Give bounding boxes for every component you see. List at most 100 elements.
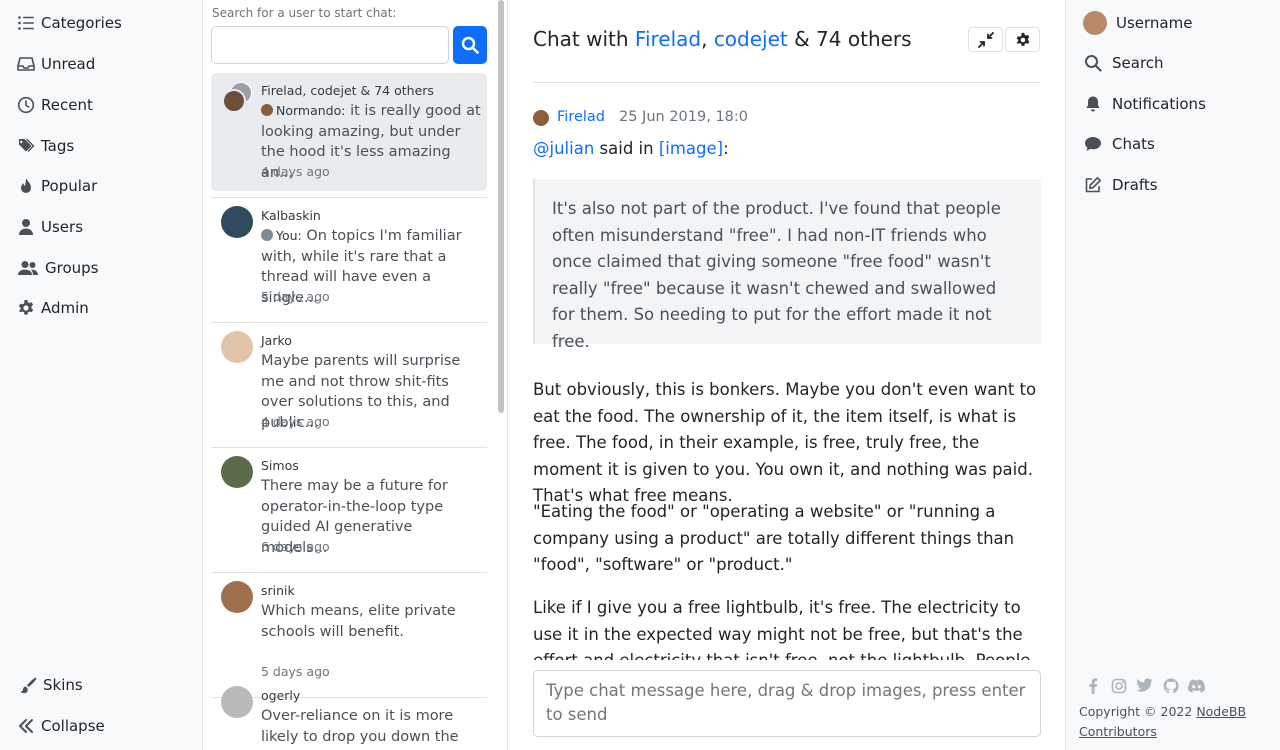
chat-participants: Jarko	[261, 333, 292, 348]
divider	[533, 82, 1041, 83]
copyright: Copyright © 2022 NodeBB Contributors	[1079, 702, 1269, 742]
search-icon	[461, 36, 479, 54]
message-author-link[interactable]: Firelad	[557, 109, 605, 125]
clock-icon	[17, 96, 35, 114]
search-icon	[1083, 53, 1103, 73]
username-label: Username	[1116, 14, 1193, 32]
chat-list-item[interactable]: srinik Which means, elite private school…	[211, 573, 487, 698]
nav-label: Notifications	[1112, 95, 1206, 113]
chat-list-item[interactable]: Jarko Maybe parents will surprise me and…	[211, 323, 487, 448]
gear-icon	[1016, 32, 1029, 46]
nav-popular[interactable]: Popular	[17, 174, 97, 198]
double-chevron-left-icon	[17, 717, 35, 735]
chat-preview-text: Over-reliance on it is more likely to dr…	[261, 708, 459, 750]
compress-icon	[977, 31, 994, 48]
chat-time: 4 days ago	[261, 414, 330, 429]
facebook-icon[interactable]	[1084, 677, 1101, 694]
nav-collapse[interactable]: Collapse	[17, 714, 105, 738]
left-sidebar: Categories Unread Recent Tags Popular Us…	[0, 0, 203, 750]
chat-settings-button[interactable]	[1005, 27, 1040, 52]
chat-participants: Firelad, codejet & 74 others	[261, 83, 434, 98]
nav-label: Users	[41, 218, 84, 236]
nav-chats[interactable]: Chats	[1083, 132, 1155, 156]
chat-time: 5 days ago	[261, 289, 330, 304]
avatar	[221, 456, 253, 488]
nav-label: Admin	[41, 299, 89, 317]
edit-icon	[1083, 175, 1103, 195]
fire-icon	[17, 177, 35, 195]
chat-title: Chat with Firelad, codejet & 74 others	[533, 27, 912, 51]
said-in-text: said in	[594, 139, 659, 158]
paintbrush-icon	[19, 676, 37, 694]
chat-preview: Which means, elite private schools will …	[261, 601, 483, 642]
chat-list-panel: Search for a user to start chat: Firelad…	[203, 0, 508, 750]
chat-window: Chat with Firelad, codejet & 74 others F…	[508, 0, 1065, 750]
chat-time: 5 days ago	[261, 664, 330, 679]
blockquote: It's also not part of the product. I've …	[533, 179, 1041, 351]
message-author-avatar[interactable]	[533, 110, 549, 126]
chat-user-link[interactable]: Firelad	[635, 27, 701, 51]
sender-avatar	[261, 229, 273, 241]
minimize-chat-button[interactable]	[968, 27, 1003, 52]
inbox-icon	[17, 55, 35, 73]
nav-drafts[interactable]: Drafts	[1083, 173, 1158, 197]
nav-label: Categories	[41, 14, 122, 32]
avatar	[1083, 11, 1107, 35]
nav-notifications[interactable]: Notifications	[1083, 92, 1206, 116]
instagram-icon[interactable]	[1110, 677, 1127, 694]
comment-icon	[1083, 134, 1103, 154]
chat-participants: ogerly	[261, 688, 301, 703]
gear-icon	[17, 299, 35, 317]
chat-list-item[interactable]: Firelad, codejet & 74 others Normando: i…	[211, 73, 487, 198]
nav-unread[interactable]: Unread	[17, 52, 95, 76]
search-label: Search for a user to start chat:	[212, 6, 397, 20]
nav-users[interactable]: Users	[17, 215, 83, 239]
chat-participants: Kalbaskin	[261, 208, 321, 223]
user-menu[interactable]: Username	[1083, 11, 1192, 35]
twitter-icon[interactable]	[1136, 677, 1153, 694]
chat-sender: You:	[276, 228, 302, 243]
chat-list-item[interactable]: Kalbaskin You: On topics I'm familiar wi…	[211, 198, 487, 323]
nav-label: Collapse	[41, 717, 105, 735]
users-icon	[17, 259, 39, 277]
chat-message-input[interactable]	[533, 670, 1041, 737]
avatar	[221, 331, 253, 363]
chat-participants: srinik	[261, 583, 295, 598]
nav-label: Groups	[45, 259, 99, 277]
github-icon[interactable]	[1162, 677, 1179, 694]
avatar	[221, 686, 253, 718]
message-paragraph: "Eating the food" or "operating a websit…	[533, 502, 1015, 574]
bell-icon	[1083, 94, 1103, 114]
social-links	[1084, 677, 1205, 694]
user-search-input[interactable]	[211, 26, 449, 64]
search-button[interactable]	[453, 26, 487, 64]
chat-list-item[interactable]: Simos There may be a future for operator…	[211, 448, 487, 573]
nav-recent[interactable]: Recent	[17, 93, 93, 117]
nav-label: Unread	[41, 55, 96, 73]
colon: :	[723, 139, 729, 158]
nav-categories[interactable]: Categories	[17, 11, 122, 35]
nav-label: Tags	[41, 137, 75, 155]
mention-link[interactable]: @julian	[533, 139, 594, 158]
discord-icon[interactable]	[1188, 677, 1205, 694]
avatar	[221, 206, 253, 238]
message-paragraph: But obviously, this is bonkers. Maybe yo…	[533, 380, 1037, 505]
nav-label: Chats	[1112, 135, 1155, 153]
right-sidebar: Username Search Notifications Chats Draf…	[1065, 0, 1280, 750]
nav-admin[interactable]: Admin	[17, 296, 89, 320]
chat-preview: Over-reliance on it is more likely to dr…	[261, 706, 483, 750]
nav-label: Popular	[41, 177, 98, 195]
nav-tags[interactable]: Tags	[17, 134, 74, 158]
chat-title-separator: ,	[701, 27, 714, 51]
copyright-text: Copyright © 2022	[1079, 704, 1197, 719]
nav-groups[interactable]: Groups	[17, 256, 98, 280]
nav-label: Search	[1112, 54, 1164, 72]
image-link[interactable]: [image]	[659, 139, 723, 158]
chat-list-item[interactable]: ogerly Over-reliance on it is more likel…	[211, 678, 487, 750]
nav-search[interactable]: Search	[1083, 51, 1164, 75]
chat-user-link[interactable]: codejet	[714, 27, 788, 51]
chat-list-scrollbar[interactable]	[498, 0, 504, 413]
nav-skins[interactable]: Skins	[19, 673, 83, 697]
nav-label: Drafts	[1112, 176, 1158, 194]
avatar	[221, 581, 253, 613]
